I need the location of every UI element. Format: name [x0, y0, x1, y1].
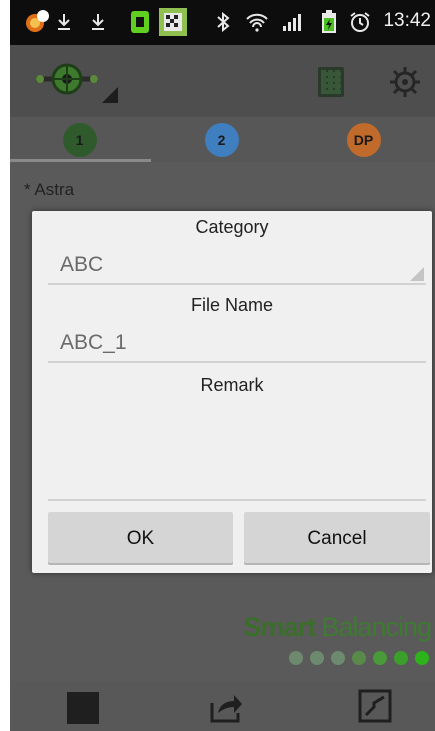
brand-logo: Smart Balancing — [243, 612, 432, 643]
remark-label: Remark — [200, 375, 264, 395]
brand-dot — [394, 651, 408, 665]
category-label: Category — [195, 217, 269, 237]
tab-1-label: 1 — [62, 123, 97, 157]
rotor-logo-icon[interactable] — [32, 59, 132, 109]
brand-dot — [310, 651, 324, 665]
ok-button[interactable]: OK — [48, 512, 233, 565]
battery-charging-icon — [320, 10, 338, 33]
app-screen: 13:42 1 2 DP * Astra Category ABC File N… — [10, 0, 435, 731]
tab-1[interactable]: 1 — [10, 117, 151, 162]
category-value: ABC — [60, 253, 104, 276]
bluetooth-icon — [214, 11, 232, 33]
battery-device-icon — [128, 11, 152, 33]
signal-icon — [280, 11, 306, 33]
wifi-icon — [244, 11, 270, 33]
file-name-label: File Name — [190, 295, 274, 315]
file-name-value: ABC_1 — [60, 331, 127, 354]
tab-bar: 1 2 DP — [10, 117, 435, 162]
brand-dot — [331, 651, 345, 665]
racing-flag-icon — [158, 8, 188, 36]
dropdown-indicator-icon — [102, 87, 118, 103]
tab-dp-label: DP — [346, 123, 381, 157]
action-bar — [10, 45, 435, 117]
resize-icon[interactable] — [358, 689, 392, 723]
file-name-input[interactable]: ABC_1 — [48, 325, 426, 363]
brand-dots — [289, 651, 429, 665]
save-file-dialog: Category ABC File Name ABC_1 Remark OK C… — [32, 211, 432, 573]
brand-dot — [352, 651, 366, 665]
brand-word-smart: Smart — [243, 612, 316, 642]
brand-dot — [415, 651, 429, 665]
brand-word-balancing: Balancing — [314, 612, 432, 642]
notification-badge-icon — [24, 10, 50, 33]
calculator-icon[interactable] — [318, 67, 344, 97]
tab-dp[interactable]: DP — [294, 117, 435, 162]
download-icon — [54, 11, 74, 33]
brand-dot — [373, 651, 387, 665]
cancel-button[interactable]: Cancel — [244, 512, 430, 565]
tab-2-label: 2 — [204, 123, 239, 157]
stop-icon[interactable] — [67, 692, 99, 724]
remark-input[interactable] — [48, 401, 426, 501]
list-item[interactable]: * Astra — [24, 180, 74, 200]
gear-settings-icon[interactable] — [388, 65, 422, 99]
download-icon — [88, 11, 108, 33]
status-time: 13:42 — [383, 10, 431, 31]
tab-2[interactable]: 2 — [152, 117, 293, 162]
status-bar: 13:42 — [10, 0, 435, 45]
brand-dot — [289, 651, 303, 665]
category-spinner[interactable]: ABC — [48, 247, 426, 285]
alarm-icon — [348, 11, 372, 33]
bottom-toolbar — [10, 681, 435, 731]
share-icon[interactable] — [208, 689, 244, 725]
